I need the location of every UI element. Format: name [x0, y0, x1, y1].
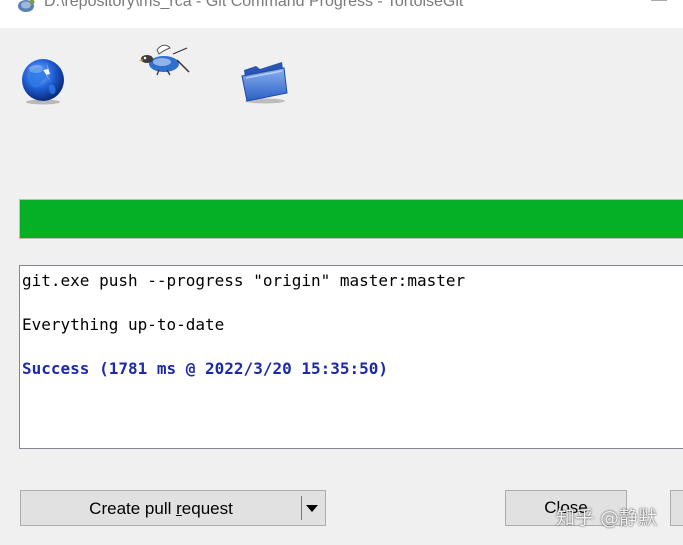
watermark: 知乎 @静默 — [556, 507, 658, 529]
minimize-button[interactable]: — — [648, 0, 670, 10]
globe-icon — [22, 59, 64, 105]
log-line-success: Success (1781 ms @ 2022/3/20 15:35:50) — [22, 359, 389, 378]
folder-icon — [241, 62, 288, 104]
command-output-log[interactable]: git.exe push --progress "origin" master:… — [19, 265, 683, 449]
tortoise-bird-icon — [139, 44, 190, 76]
progress-fill — [20, 200, 683, 238]
create-pr-label-pre: Create pull — [89, 499, 177, 518]
window-title: D:\repository\ms_rca - Git Command Progr… — [44, 0, 464, 10]
create-pull-request-split-button[interactable]: Create pull request — [20, 490, 326, 526]
log-line: git.exe push --progress "origin" master:… — [22, 271, 466, 290]
create-pull-request-button[interactable]: Create pull request — [21, 491, 301, 525]
chevron-down-icon[interactable] — [305, 504, 319, 513]
title-bar: D:\repository\ms_rca - Git Command Progr… — [0, 0, 683, 28]
partially-visible-button[interactable] — [670, 490, 683, 526]
tortoisegit-icon — [18, 0, 35, 12]
log-line: Everything up-to-date — [22, 315, 225, 334]
split-divider — [301, 496, 302, 520]
progress-bar — [19, 199, 683, 239]
create-pr-label-post: equest — [181, 499, 233, 518]
